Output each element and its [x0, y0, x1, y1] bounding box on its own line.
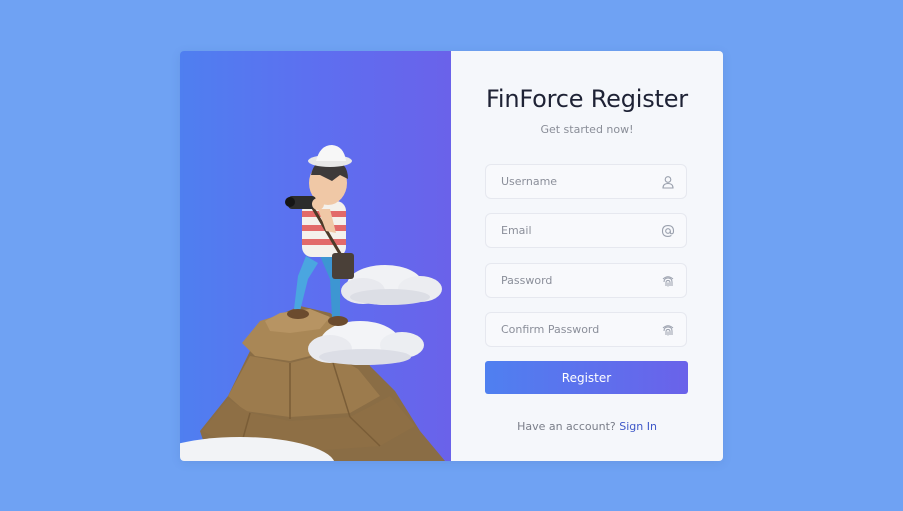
hero-illustration-panel	[180, 51, 451, 461]
username-input[interactable]	[486, 165, 686, 198]
fingerprint-icon	[662, 325, 674, 336]
register-button[interactable]: Register	[485, 361, 688, 394]
register-card: FinForce Register Get started now! Usern…	[180, 51, 723, 461]
confirm-password-field[interactable]	[485, 312, 687, 347]
sign-in-prompt: Have an account? Sign In	[451, 420, 723, 433]
explorer-person	[285, 145, 354, 326]
username-field[interactable]	[485, 164, 687, 199]
password-input[interactable]	[486, 264, 686, 297]
password-field[interactable]	[485, 263, 687, 298]
explorer-illustration	[180, 145, 445, 461]
have-account-text: Have an account?	[517, 420, 616, 433]
cloud-right-icon	[341, 265, 442, 305]
sign-in-link[interactable]: Sign In	[619, 420, 657, 433]
at-sign-icon	[661, 225, 675, 237]
email-field[interactable]	[485, 213, 687, 248]
confirm-password-input[interactable]	[486, 313, 686, 346]
email-input[interactable]	[486, 214, 686, 247]
page-subtitle: Get started now!	[540, 123, 634, 136]
fingerprint-icon	[662, 276, 674, 287]
register-form-panel: FinForce Register Get started now! Usern…	[451, 51, 723, 461]
page-title: FinForce Register	[486, 85, 688, 113]
user-icon	[662, 176, 674, 189]
